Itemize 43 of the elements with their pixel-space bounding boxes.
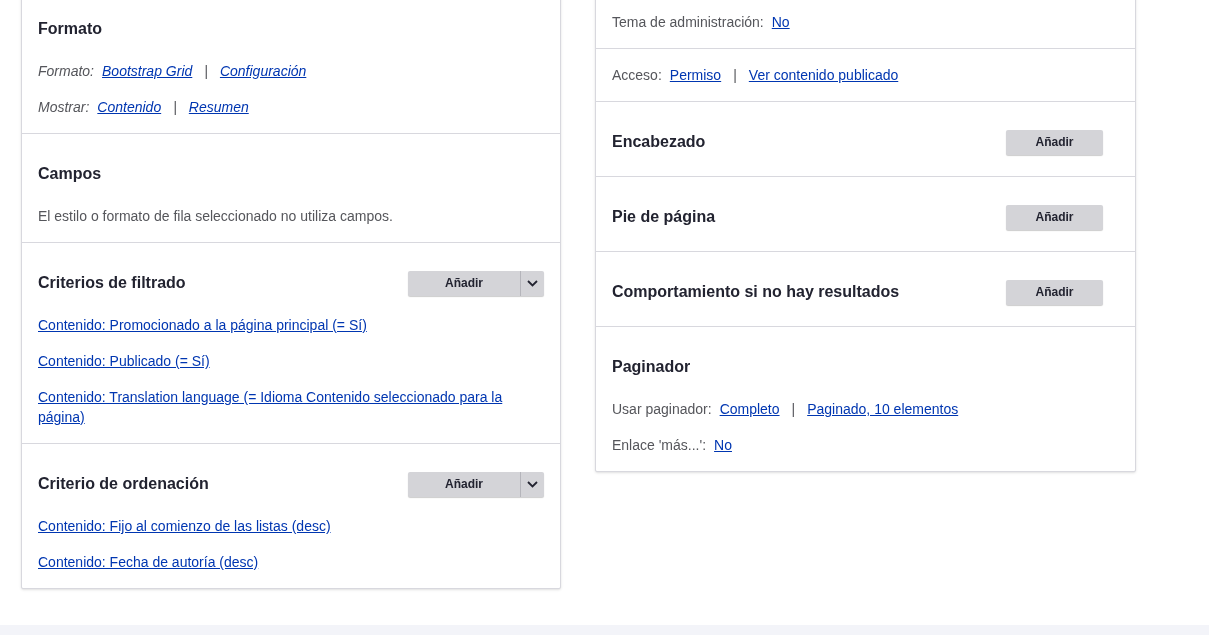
link[interactable]: Contenido <box>97 97 162 117</box>
field-label: Tema de administración: <box>612 13 764 32</box>
section-title: Criterio de ordenación <box>38 474 209 494</box>
filter-link[interactable]: Contenido: Fijo al comienzo de las listas (desc) <box>38 516 514 536</box>
link[interactable]: Permiso <box>669 65 722 85</box>
field-label: Enlace 'más...': <box>612 436 707 455</box>
link[interactable]: Ver contenido publicado <box>748 65 899 85</box>
link[interactable]: No <box>714 435 732 455</box>
section-title: Encabezado <box>612 132 706 152</box>
split-button[interactable]: Añadir <box>408 270 544 296</box>
filter-link[interactable]: Contenido: Publicado (= Sí) <box>38 351 514 371</box>
section-title: Criterios de filtrado <box>38 273 186 293</box>
link[interactable]: Completo <box>719 399 780 419</box>
chevron-down-icon <box>527 279 538 287</box>
link[interactable]: Resumen <box>188 97 249 117</box>
field-label: Mostrar: <box>38 98 90 117</box>
add-button[interactable]: Añadir <box>1006 129 1103 155</box>
section-title: Paginador <box>612 357 691 377</box>
link[interactable]: No <box>771 12 790 32</box>
link[interactable]: Configuración <box>219 61 307 81</box>
section-title: Formato <box>38 19 102 39</box>
add-button[interactable]: Añadir <box>1006 204 1103 230</box>
section-title: Campos <box>38 164 102 184</box>
split-button[interactable]: Añadir <box>408 471 544 497</box>
filter-link[interactable]: Contenido: Translation language (= Idioma Contenido seleccionado para la página) <box>38 387 514 427</box>
description: El estilo o formato de fila seleccionado no utiliza campos. <box>38 207 394 226</box>
separator: | <box>203 62 209 81</box>
field-label: Usar paginador: <box>612 400 712 419</box>
link[interactable]: Bootstrap Grid <box>102 61 193 81</box>
section-title: Pie de página <box>612 207 716 227</box>
separator: | <box>172 98 178 117</box>
section-title: Comportamiento si no hay resultados <box>612 282 900 302</box>
link[interactable]: Paginado, 10 elementos <box>807 399 959 419</box>
filter-link[interactable]: Contenido: Fecha de autoría (desc) <box>38 552 514 572</box>
chevron-down-icon <box>527 480 538 488</box>
separator: | <box>732 66 738 85</box>
add-button[interactable]: Añadir <box>408 270 520 296</box>
filter-link[interactable]: Contenido: Promocionado a la página principal (= Sí) <box>38 315 514 335</box>
separator: | <box>790 400 797 419</box>
add-button[interactable]: Añadir <box>1006 279 1103 305</box>
field-label: Formato: <box>38 62 94 81</box>
field-label: Acceso: <box>612 66 662 85</box>
add-button[interactable]: Añadir <box>408 471 520 497</box>
